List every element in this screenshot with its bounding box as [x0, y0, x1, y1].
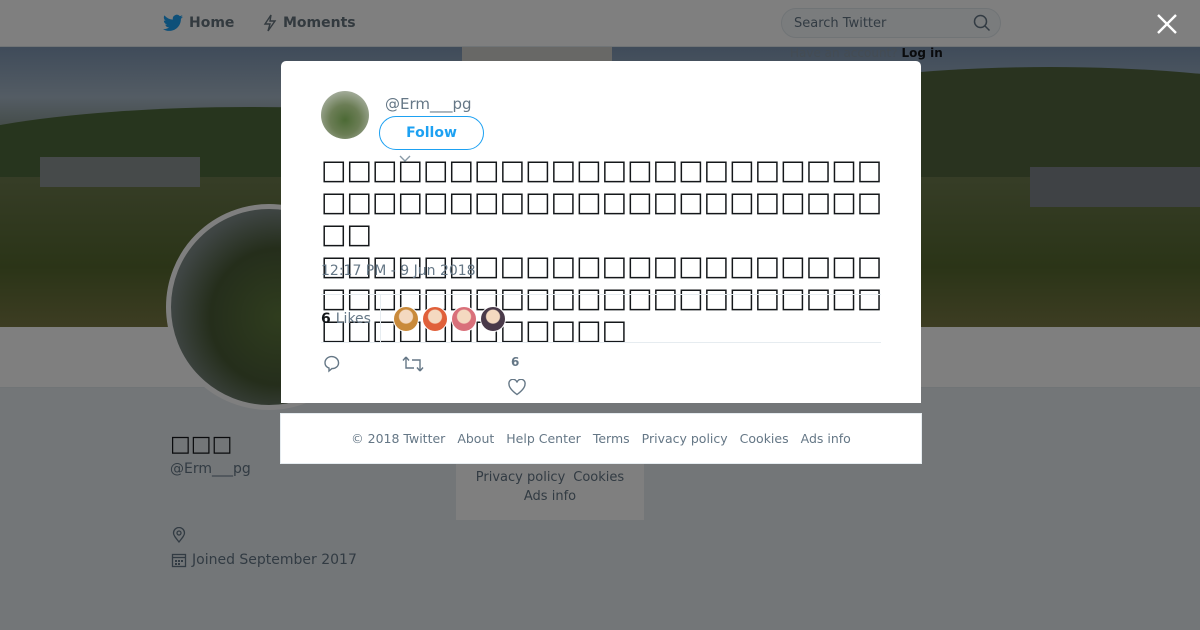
likes-label: Likes — [335, 310, 371, 327]
tweet-modal: @Erm___pg Follow □□□□□□□□□□□□□□□□□□□□□□□… — [281, 61, 921, 403]
follow-button[interactable]: Follow — [379, 116, 484, 150]
stats-divider — [380, 295, 381, 342]
tweet-author-handle[interactable]: @Erm___pg — [385, 95, 472, 113]
footer-terms[interactable]: Terms — [593, 431, 630, 446]
liker-avatar[interactable] — [422, 306, 448, 332]
footer-copyright: © 2018 Twitter — [351, 431, 446, 446]
liker-avatar[interactable] — [480, 306, 506, 332]
liker-avatar[interactable] — [393, 306, 419, 332]
footer-help-center[interactable]: Help Center — [506, 431, 581, 446]
heart-icon[interactable] — [508, 379, 526, 396]
footer-about[interactable]: About — [457, 431, 494, 446]
reply-icon[interactable] — [323, 355, 341, 373]
footer-ads-info[interactable]: Ads info — [801, 431, 851, 446]
tweet-actions: 6 — [321, 347, 881, 397]
tweet-author-avatar[interactable] — [321, 91, 369, 139]
tweet-stats: 6 Likes — [321, 294, 881, 343]
modal-footer: © 2018 Twitter About Help Center Terms P… — [280, 413, 922, 464]
likes-count: 6 — [321, 310, 331, 327]
footer-privacy[interactable]: Privacy policy — [642, 431, 728, 446]
retweet-icon[interactable] — [402, 355, 424, 373]
liker-avatar[interactable] — [451, 306, 477, 332]
footer-cookies[interactable]: Cookies — [740, 431, 789, 446]
likes-stat[interactable]: 6 Likes — [321, 295, 371, 342]
like-action-count: 6 — [511, 355, 520, 369]
close-icon[interactable] — [1154, 11, 1180, 37]
tweet-timestamp[interactable]: 12:17 PM - 9 Jun 2018 — [321, 263, 476, 279]
